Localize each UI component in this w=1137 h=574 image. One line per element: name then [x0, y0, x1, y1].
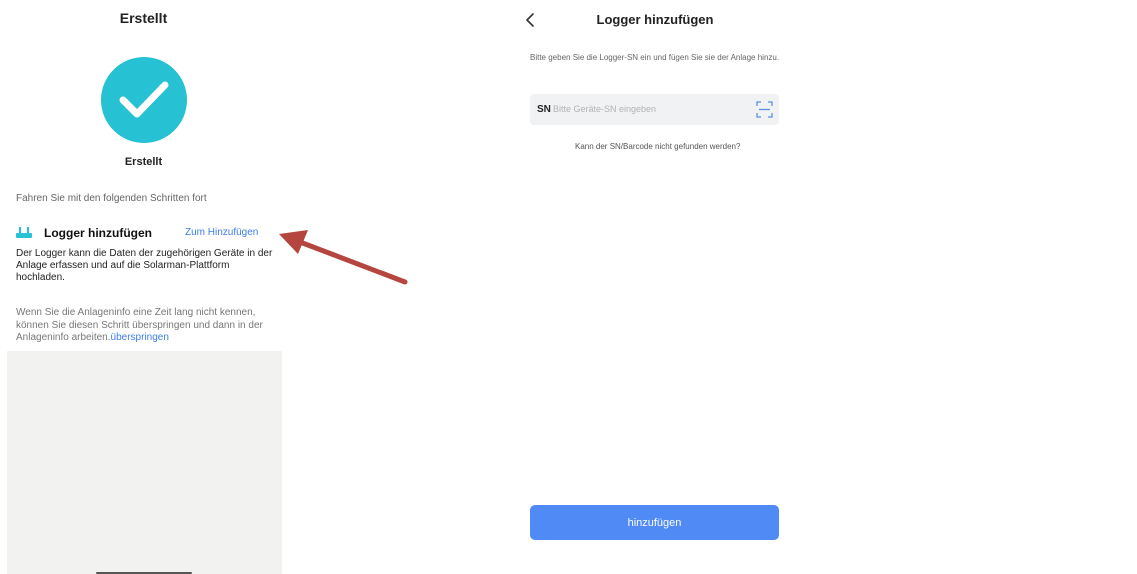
- page-title: Logger hinzufügen: [596, 12, 714, 27]
- check-icon: [119, 81, 169, 118]
- skip-link[interactable]: überspringen: [111, 332, 169, 343]
- logger-step-title: Logger hinzufügen: [44, 226, 152, 240]
- add-logger-link[interactable]: Zum Hinzufügen: [185, 227, 258, 238]
- status-label: Erstellt: [124, 156, 163, 168]
- sn-not-found-link[interactable]: Kann der SN/Barcode nicht gefunden werde…: [575, 142, 740, 151]
- add-button[interactable]: hinzufügen: [530, 505, 779, 540]
- success-circle: [101, 57, 187, 143]
- scan-icon[interactable]: [756, 101, 773, 118]
- instruction-text: Bitte geben Sie die Logger-SN ein und fü…: [530, 53, 780, 62]
- keyboard-placeholder-area: [7, 351, 282, 574]
- chevron-left-icon[interactable]: [522, 11, 538, 29]
- annotation-arrow-icon: [279, 230, 408, 285]
- router-icon: [16, 227, 32, 238]
- sn-input[interactable]: [553, 100, 743, 118]
- screenshot-canvas: Erstellt Erstellt Fahren Sie mit den fol…: [0, 0, 1137, 574]
- logger-step-description: Der Logger kann die Daten der zugehörige…: [16, 248, 273, 283]
- steps-intro-text: Fahren Sie mit den folgenden Schritten f…: [16, 193, 207, 204]
- page-title: Erstellt: [119, 10, 168, 26]
- sn-prefix-label: SN: [537, 104, 551, 115]
- skip-note: Wenn Sie die Anlageninfo eine Zeit lang …: [16, 307, 278, 345]
